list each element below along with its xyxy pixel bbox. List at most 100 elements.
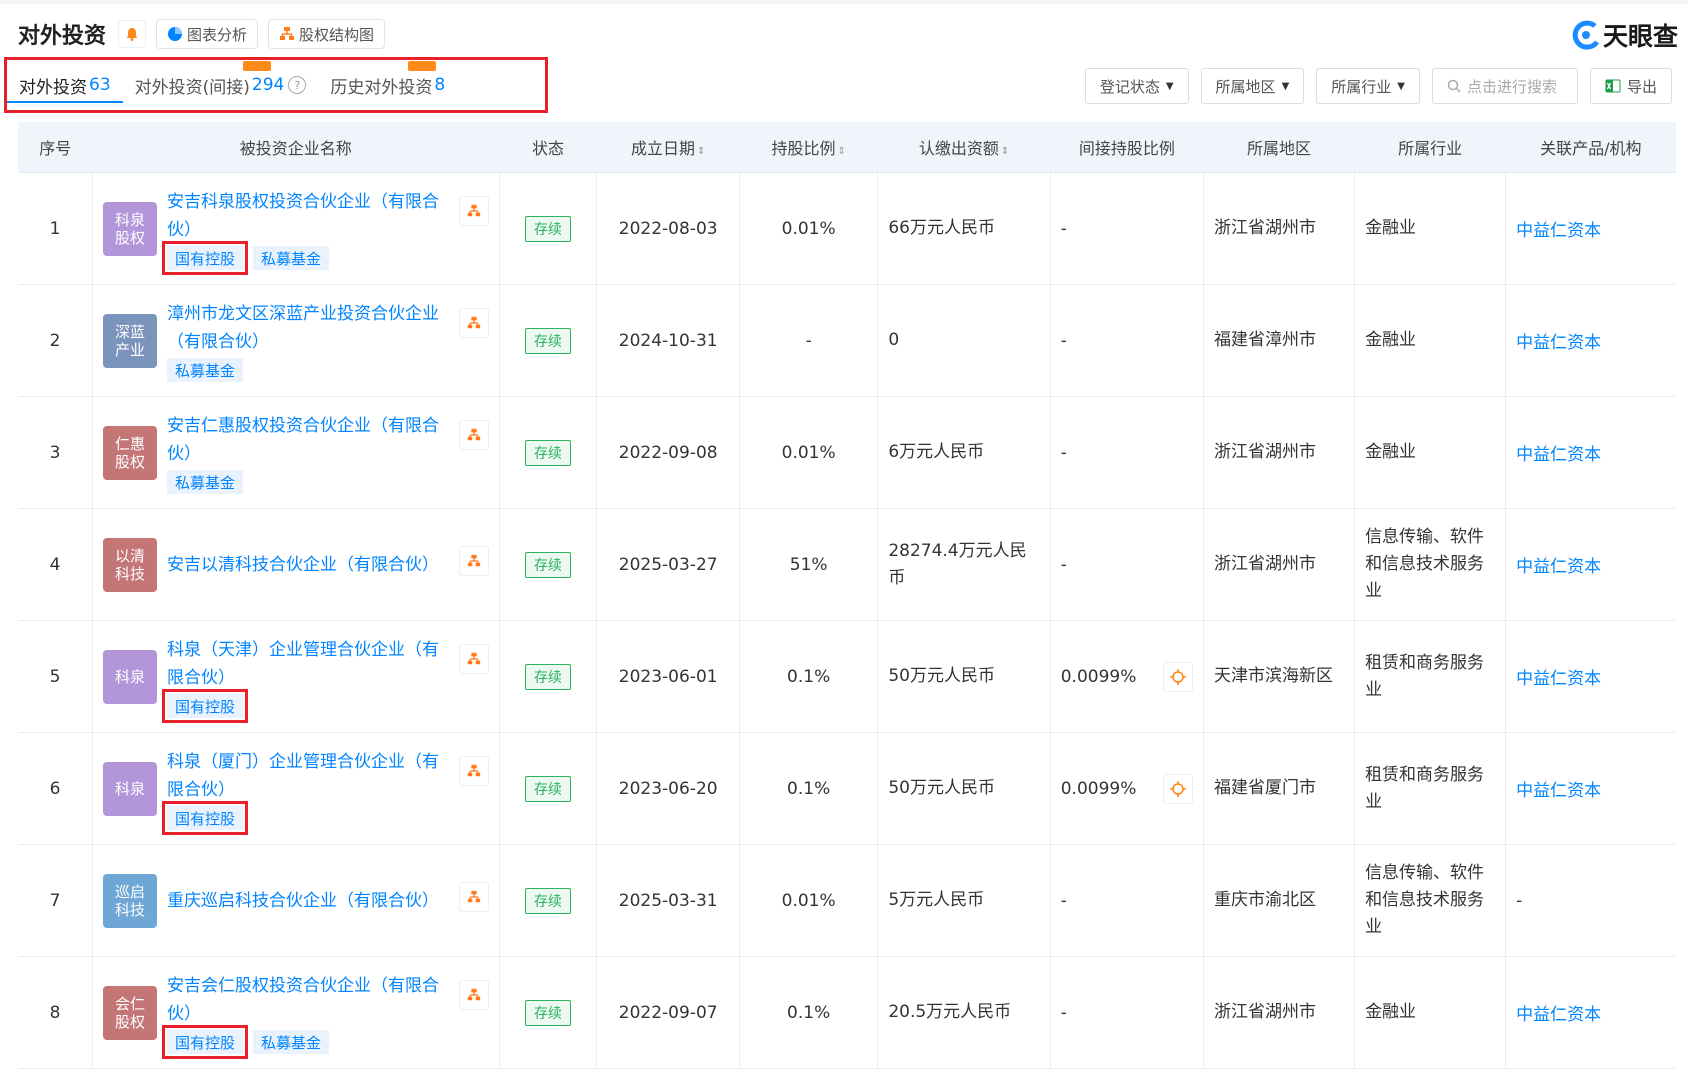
tab-bar: 对外投资 63 对外投资(间接) 294 ? 历史对外投资 8 (4, 57, 548, 113)
equity-structure-icon[interactable] (458, 643, 489, 674)
pie-chart-icon (168, 27, 183, 41)
company-cell: 深蓝 产业 漳州市龙文区深蓝产业投资合伙企业（有限合伙） 私募基金 (92, 284, 500, 397)
related-cell: 中益仁资本 (1505, 508, 1676, 621)
company-avatar: 仁惠 股权 (102, 425, 157, 480)
brand-name: 天眼查 (1602, 22, 1678, 51)
related-org-link[interactable]: 中益仁资本 (1516, 333, 1601, 353)
search-input[interactable]: 点击进行搜索 (1431, 68, 1578, 104)
industry-cell: 金融业 (1354, 172, 1507, 285)
indirect-cell: 0.0099% (1050, 620, 1204, 733)
status-cell: 存续 (499, 844, 598, 957)
status-badge: 存续 (524, 327, 571, 354)
company-tag: 国有控股 (161, 1024, 249, 1059)
table-row[interactable]: 8 会仁 股权 安吉会仁股权投资合伙企业（有限合伙） 国有控股 私募基金 存续 … (18, 956, 1676, 1069)
company-name-link[interactable]: 科泉（厦门）企业管理合伙企业（有限合伙） (167, 748, 453, 804)
company-name-link[interactable]: 漳州市龙文区深蓝产业投资合伙企业（有限合伙） (167, 300, 453, 356)
tag-list: 国有控股 (161, 800, 453, 835)
company-name-link[interactable]: 安吉科泉股权投资合伙企业（有限合伙） (167, 188, 453, 244)
table-row[interactable]: 2 深蓝 产业 漳州市龙文区深蓝产业投资合伙企业（有限合伙） 私募基金 存续 2… (18, 284, 1676, 397)
company-name-link[interactable]: 科泉（天津）企业管理合伙企业（有限合伙） (167, 636, 453, 692)
excel-icon (1605, 79, 1621, 93)
col-header-date[interactable]: 成立日期 ⇕ (596, 122, 740, 173)
capital-cell: 6万元人民币 (877, 396, 1051, 509)
tab-history-investment[interactable]: 历史对外投资 8 (318, 61, 457, 105)
related-org-link[interactable]: 中益仁资本 (1516, 1005, 1601, 1025)
equity-structure-button[interactable]: 股权结构图 (268, 19, 386, 49)
help-icon[interactable]: ? (288, 76, 307, 94)
indirect-cell: - (1050, 956, 1204, 1069)
equity-structure-icon[interactable] (458, 979, 489, 1010)
company-name-link[interactable]: 重庆巡启科技合伙企业（有限合伙） (167, 887, 453, 915)
table-row[interactable]: 5 科泉 科泉（天津）企业管理合伙企业（有限合伙） 国有控股 存续 2023-0… (18, 620, 1676, 733)
col-header-capital[interactable]: 认缴出资额 ⇕ (877, 122, 1051, 173)
tab-indirect-investment[interactable]: 对外投资(间接) 294 ? (123, 61, 319, 105)
capital-cell: 5万元人民币 (877, 844, 1051, 957)
penetration-icon[interactable] (1162, 661, 1193, 692)
company-name-link[interactable]: 安吉以清科技合伙企业（有限合伙） (167, 551, 453, 579)
company-name-link[interactable]: 安吉仁惠股权投资合伙企业（有限合伙） (167, 412, 453, 468)
col-header-industry: 所属行业 (1354, 122, 1506, 173)
row-index: 4 (18, 508, 93, 621)
equity-structure-icon[interactable] (458, 755, 489, 786)
equity-structure-icon[interactable] (458, 195, 489, 226)
table-row[interactable]: 1 科泉 股权 安吉科泉股权投资合伙企业（有限合伙） 国有控股 私募基金 存续 … (18, 172, 1676, 285)
related-cell: 中益仁资本 (1505, 284, 1676, 397)
status-cell: 存续 (499, 956, 598, 1069)
table-row[interactable]: 3 仁惠 股权 安吉仁惠股权投资合伙企业（有限合伙） 私募基金 存续 2022-… (18, 396, 1676, 509)
ratio-cell: 0.1% (739, 620, 879, 733)
col-header-status: 状态 (499, 122, 597, 173)
company-name-link[interactable]: 安吉会仁股权投资合伙企业（有限合伙） (167, 972, 453, 1028)
related-org-link[interactable]: 中益仁资本 (1516, 781, 1601, 801)
related-org-link: - (1516, 890, 1523, 911)
company-avatar: 深蓝 产业 (102, 313, 157, 368)
company-cell: 会仁 股权 安吉会仁股权投资合伙企业（有限合伙） 国有控股 私募基金 (92, 956, 500, 1069)
related-org-link[interactable]: 中益仁资本 (1516, 445, 1601, 465)
related-cell: 中益仁资本 (1505, 620, 1676, 733)
company-cell: 以清 科技 安吉以清科技合伙企业（有限合伙） (92, 508, 500, 621)
industry-label: 所属行业 (1331, 77, 1392, 96)
section-title: 对外投资 (18, 24, 107, 49)
table-row[interactable]: 6 科泉 科泉（厦门）企业管理合伙企业（有限合伙） 国有控股 存续 2023-0… (18, 732, 1676, 845)
investment-table: 序号 被投资企业名称 状态 成立日期 ⇕ 持股比例 ⇕ 认缴出资额 ⇕ 间接持股比例 … (18, 122, 1676, 1069)
col-header-ratio[interactable]: 持股比例 ⇕ (739, 122, 878, 173)
equity-structure-icon[interactable] (458, 881, 489, 912)
region-cell: 福建省厦门市 (1203, 732, 1356, 845)
export-button[interactable]: 导出 (1589, 68, 1672, 104)
tag-list: 国有控股 (161, 688, 453, 723)
equity-structure-icon[interactable] (458, 545, 489, 576)
table-row[interactable]: 4 以清 科技 安吉以清科技合伙企业（有限合伙） 存续 2025-03-27 5… (18, 508, 1676, 621)
equity-structure-icon[interactable] (458, 307, 489, 338)
sort-icon: ⇕ (837, 146, 846, 157)
region-cell: 浙江省湖州市 (1203, 396, 1356, 509)
tab-count: 8 (434, 75, 446, 95)
table-row[interactable]: 7 巡启 科技 重庆巡启科技合伙企业（有限合伙） 存续 2025-03-31 0… (18, 844, 1676, 957)
industry-cell: 金融业 (1354, 284, 1507, 397)
tab-direct-investment[interactable]: 对外投资 63 (7, 67, 123, 103)
industry-cell: 金融业 (1354, 396, 1507, 509)
status-badge: 存续 (524, 215, 571, 242)
related-org-link[interactable]: 中益仁资本 (1516, 221, 1601, 241)
status-badge: 存续 (524, 439, 571, 466)
date-cell: 2024-10-31 (596, 284, 740, 397)
penetration-icon[interactable] (1162, 773, 1193, 804)
company-tag: 国有控股 (161, 240, 249, 275)
col-header-region: 所属地区 (1203, 122, 1355, 173)
reg-status-dropdown[interactable]: 登记状态 ▼ (1084, 68, 1189, 104)
industry-cell: 金融业 (1354, 956, 1507, 1069)
equity-structure-icon[interactable] (458, 419, 489, 450)
status-badge: 存续 (524, 551, 571, 578)
ratio-cell: - (739, 284, 879, 397)
industry-dropdown[interactable]: 所属行业 ▼ (1316, 68, 1420, 104)
date-cell: 2022-08-03 (596, 172, 740, 285)
related-cell: 中益仁资本 (1505, 732, 1676, 845)
region-dropdown[interactable]: 所属地区 ▼ (1200, 68, 1305, 104)
related-org-link[interactable]: 中益仁资本 (1516, 669, 1601, 689)
col-header-name: 被投资企业名称 (92, 122, 499, 173)
tianyancha-logo-icon (1572, 20, 1600, 50)
top-divider (0, 0, 1688, 4)
bell-icon[interactable] (118, 20, 147, 48)
company-cell: 科泉 科泉（天津）企业管理合伙企业（有限合伙） 国有控股 (92, 620, 500, 733)
indirect-ratio: - (1060, 554, 1067, 575)
chart-analysis-button[interactable]: 图表分析 (156, 19, 259, 49)
related-org-link[interactable]: 中益仁资本 (1516, 557, 1601, 577)
